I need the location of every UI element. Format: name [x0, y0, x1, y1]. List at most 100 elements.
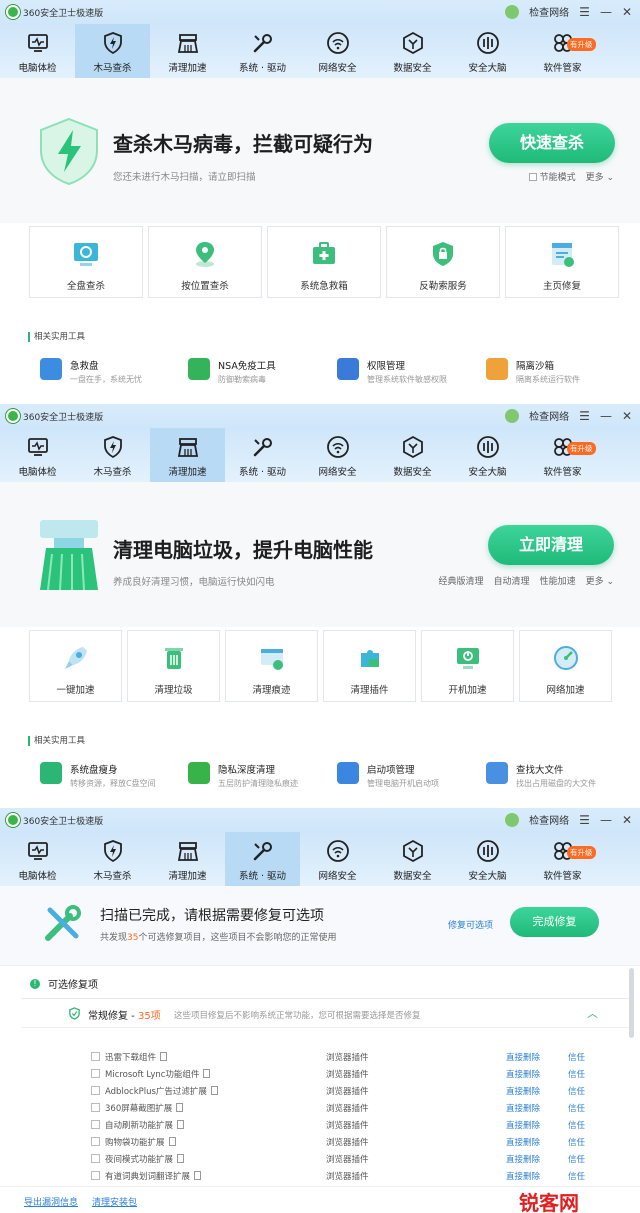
nav-tab-8[interactable]: 软件管家 有升级 [525, 428, 600, 482]
quick-scan-button[interactable]: 快速查杀 [489, 123, 615, 163]
nav-tab-8[interactable]: 软件管家 有升级 [525, 24, 600, 78]
nav-tab-3[interactable]: 清理加速 [150, 24, 225, 78]
close-icon[interactable]: ✕ [622, 5, 632, 19]
nav-tab-6[interactable]: 数据安全 [375, 428, 450, 482]
menu-icon[interactable]: ☰ [579, 813, 590, 827]
card-boot-boost[interactable]: 开机加速 [421, 630, 514, 702]
card-first-aid[interactable]: 系统急救箱 [267, 226, 381, 298]
nav-tab-4[interactable]: 系统 · 驱动 [225, 24, 300, 78]
minimize-icon[interactable]: — [600, 813, 612, 827]
menu-icon[interactable]: ☰ [579, 5, 590, 19]
delete-link[interactable]: 直接删除 [506, 1051, 540, 1063]
nav-tab-7[interactable]: 安全大脑 [450, 832, 525, 886]
row-checkbox[interactable] [91, 1069, 100, 1078]
close-icon[interactable]: ✕ [622, 409, 632, 423]
nav-tab-8[interactable]: 软件管家 有升级 [525, 832, 600, 886]
trust-link[interactable]: 信任 [568, 1068, 585, 1080]
avatar[interactable] [505, 408, 520, 423]
nav-tab-3[interactable]: 清理加速 [150, 832, 225, 886]
tool-sandbox[interactable]: 隔离沙箱 隔离系统运行软件 [486, 358, 580, 385]
clean-installers-link[interactable]: 清理安装包 [92, 1195, 137, 1208]
row-checkbox[interactable] [91, 1154, 100, 1163]
card-clean-junk[interactable]: 清理垃圾 [127, 630, 220, 702]
group-header[interactable]: 常规修复 - 35项 这些项目修复后不影响系统正常功能，您可根据需要选择是否修复… [22, 998, 630, 1028]
delete-link[interactable]: 直接删除 [506, 1170, 540, 1182]
trust-link[interactable]: 信任 [568, 1153, 585, 1165]
nav-tab-7[interactable]: 安全大脑 [450, 24, 525, 78]
network-check-link[interactable]: 检查网络 [529, 812, 569, 827]
nav-tab-3[interactable]: 清理加速 [150, 428, 225, 482]
card-full-scan[interactable]: 全盘查杀 [29, 226, 143, 298]
finish-repair-button[interactable]: 完成修复 [510, 907, 599, 937]
minimize-icon[interactable]: — [600, 5, 612, 19]
tool-nsa-immune[interactable]: NSA免疫工具 防御勒索病毒 [188, 358, 276, 385]
trust-link[interactable]: 信任 [568, 1085, 585, 1097]
network-check-link[interactable]: 检查网络 [529, 408, 569, 423]
network-check-link[interactable]: 检查网络 [529, 4, 569, 19]
nav-tab-1[interactable]: 电脑体检 [0, 24, 75, 78]
auto-clean-link[interactable]: 自动清理 [494, 574, 530, 587]
tool-find-big-files[interactable]: 查找大文件 找出占用磁盘的大文件 [486, 762, 596, 789]
avatar[interactable] [505, 4, 520, 19]
tool-privacy-clean[interactable]: 隐私深度清理 五层防护清理隐私痕迹 [188, 762, 298, 789]
delete-link[interactable]: 直接删除 [506, 1102, 540, 1114]
nav-tab-5[interactable]: 网络安全 [300, 24, 375, 78]
nav-tab-2[interactable]: 木马查杀 [75, 24, 150, 78]
nav-tab-1[interactable]: 电脑体检 [0, 832, 75, 886]
trust-link[interactable]: 信任 [568, 1170, 585, 1182]
nav-tab-5[interactable]: 网络安全 [300, 832, 375, 886]
close-icon[interactable]: ✕ [622, 813, 632, 827]
tool-system-disk-slim[interactable]: 系统盘瘦身 转移资源，释放C盘空间 [40, 762, 156, 789]
avatar[interactable] [505, 812, 520, 827]
card-one-click-boost[interactable]: 一键加速 [29, 630, 122, 702]
chevron-up-icon[interactable]: ︿ [587, 1005, 598, 1021]
row-checkbox[interactable] [91, 1103, 100, 1112]
nav-tab-7[interactable]: 安全大脑 [450, 428, 525, 482]
scrollbar[interactable] [629, 968, 634, 1038]
nav-tab-5[interactable]: 网络安全 [300, 428, 375, 482]
menu-icon[interactable]: ☰ [579, 409, 590, 423]
card-clean-traces[interactable]: 清理痕迹 [225, 630, 318, 702]
row-checkbox[interactable] [91, 1052, 100, 1061]
card-clean-plugins[interactable]: 清理插件 [323, 630, 416, 702]
tool-rescue-disk[interactable]: 急救盘 一盘在手，系统无忧 [40, 358, 142, 385]
nav-tab-4[interactable]: 系统 · 驱动 [225, 428, 300, 482]
row-checkbox[interactable] [91, 1137, 100, 1146]
nav-tab-2[interactable]: 木马查杀 [75, 832, 150, 886]
row-checkbox[interactable] [91, 1086, 100, 1095]
row-checkbox[interactable] [91, 1171, 100, 1180]
export-vuln-link[interactable]: 导出漏洞信息 [24, 1195, 78, 1208]
more-dropdown[interactable]: 更多 ⌄ [586, 574, 614, 587]
minimize-icon[interactable]: — [600, 409, 612, 423]
more-dropdown[interactable]: 更多 ⌄ [586, 170, 614, 183]
nav-tab-2[interactable]: 木马查杀 [75, 428, 150, 482]
nav-tab-4[interactable]: 系统 · 驱动 [225, 832, 300, 886]
card-location-scan[interactable]: 按位置查杀 [148, 226, 262, 298]
doc-icon [176, 1103, 184, 1112]
tool-startup-mgmt[interactable]: 启动项管理 管理电脑开机启动项 [337, 762, 439, 789]
tool-permission-mgmt[interactable]: 权限管理 管理系统软件敏感权限 [337, 358, 447, 385]
delete-link[interactable]: 直接删除 [506, 1119, 540, 1131]
delete-link[interactable]: 直接删除 [506, 1085, 540, 1097]
nav-tab-6[interactable]: 数据安全 [375, 832, 450, 886]
card-homepage-repair[interactable]: 主页修复 [505, 226, 619, 298]
row-checkbox[interactable] [91, 1120, 100, 1129]
delete-link[interactable]: 直接删除 [506, 1136, 540, 1148]
card-network-boost[interactable]: 网络加速 [519, 630, 612, 702]
trust-link[interactable]: 信任 [568, 1102, 585, 1114]
trust-link[interactable]: 信任 [568, 1136, 585, 1148]
delete-link[interactable]: 直接删除 [506, 1153, 540, 1165]
repair-optional-link[interactable]: 修复可选项 [448, 918, 493, 931]
card-anti-ransom[interactable]: 反勒索服务 [386, 226, 500, 298]
classic-clean-link[interactable]: 经典版清理 [439, 574, 484, 587]
nav-tab-6[interactable]: 数据安全 [375, 24, 450, 78]
clean-now-button[interactable]: 立即清理 [488, 525, 614, 565]
power-monitor-icon [456, 648, 479, 669]
trust-link[interactable]: 信任 [568, 1119, 585, 1131]
trust-link[interactable]: 信任 [568, 1051, 585, 1063]
power-save-checkbox[interactable]: 节能模式 [528, 170, 576, 183]
perf-boost-link[interactable]: 性能加速 [540, 574, 576, 587]
table-row: Microsoft Lync功能组件 浏览器插件 直接删除 信任 [0, 1065, 640, 1082]
nav-tab-1[interactable]: 电脑体检 [0, 428, 75, 482]
delete-link[interactable]: 直接删除 [506, 1068, 540, 1080]
